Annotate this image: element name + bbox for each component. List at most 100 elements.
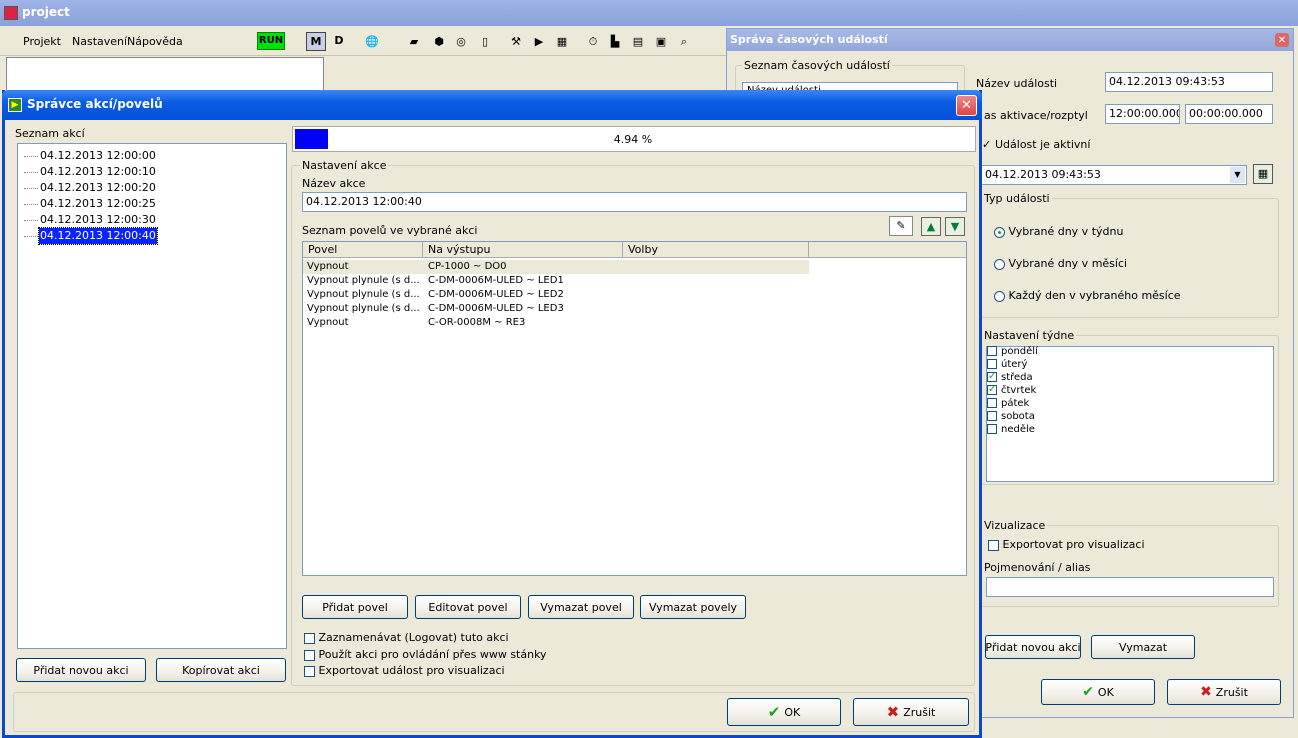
event-ok-button[interactable]: ✔ OK [1041, 679, 1155, 705]
event-delete-button[interactable]: Vymazat [1091, 635, 1195, 659]
event-time-input[interactable]: 12:00:00.000 [1105, 104, 1180, 124]
eraser-icon[interactable]: ▰ [405, 33, 423, 50]
edit-command-button[interactable]: Editovat povel [415, 595, 521, 619]
checkbox-icon [987, 370, 997, 383]
alias-input[interactable] [986, 577, 1274, 597]
cancel-label: Zrušit [903, 705, 936, 719]
output-cell: C-OR-0008M ~ RE3 [428, 317, 526, 328]
day-checkbox[interactable]: neděle [987, 423, 1035, 436]
add-command-button[interactable]: Přidat povel [302, 595, 408, 619]
events-close-button[interactable]: ✕ [1275, 33, 1289, 47]
checkbox-icon [987, 398, 997, 408]
edit-command-label: Editovat povel [428, 600, 508, 614]
tree-item-label: 04.12.2013 12:00:40 [38, 227, 158, 245]
radio-icon [994, 290, 1005, 302]
delete-commands-button[interactable]: Vymazat povely [640, 595, 746, 619]
zoom-icon[interactable]: ⌕ [675, 33, 693, 50]
event-name-label: Název události [976, 77, 1058, 90]
export-action-checkbox[interactable]: Exportovat událost pro visualizaci [304, 664, 505, 677]
tree-item[interactable]: 04.12.2013 12:00:25 [18, 196, 218, 212]
www-action-checkbox[interactable]: Použít akci pro ovládání přes www stánky [304, 648, 547, 661]
actions-list-label: Seznam akcí [15, 127, 85, 140]
document-icon[interactable]: ▤ [629, 33, 647, 50]
table-row[interactable]: Vypnout plynule (s d... C-DM-0006M-ULED ~… [303, 302, 809, 316]
day-checkbox[interactable]: pátek [987, 397, 1029, 410]
column-povel[interactable]: Povel [303, 242, 423, 258]
checkbox-icon [987, 346, 997, 356]
tools-icon[interactable]: ⚒ [507, 33, 525, 50]
table-row[interactable]: Vypnout CP-1000 ~ DO0 [303, 260, 809, 274]
add-action-label: Přidat novou akci [33, 663, 129, 677]
event-spread-input[interactable]: 00:00:00.000 [1185, 104, 1273, 124]
mode-m-button[interactable]: M [306, 32, 326, 51]
day-checkbox[interactable]: čtvrtek [987, 383, 1036, 397]
table-row[interactable]: Vypnout plynule (s d... C-DM-0006M-ULED ~… [303, 288, 809, 302]
table-row[interactable]: Vypnout plynule (s d... C-DM-0006M-ULED ~… [303, 274, 809, 288]
menu-projekt[interactable]: Projekt [23, 35, 61, 48]
command-edit-icon[interactable]: ✎ [889, 216, 913, 236]
menu-nastaveni[interactable]: Nastavení [72, 35, 127, 48]
calendar-button[interactable]: ▦ [1253, 164, 1273, 184]
day-checkbox[interactable]: pondělí [987, 345, 1038, 358]
mode-d-button[interactable]: D [330, 32, 348, 51]
command-cell: Vypnout plynule (s d... [307, 289, 420, 300]
type-option-each-day[interactable]: Každý den v vybraného měsíce [994, 289, 1181, 302]
action-icon[interactable]: ▶ [530, 33, 548, 50]
tree-item[interactable]: 04.12.2013 12:00:10 [18, 164, 218, 180]
run-indicator[interactable]: RUN [257, 32, 285, 50]
progress-text: 4.94 % [613, 133, 653, 146]
tree-item[interactable]: 04.12.2013 12:00:40 [18, 227, 218, 245]
grid-icon[interactable]: ▦ [553, 33, 571, 50]
add-action-button[interactable]: Přidat novou akci [16, 658, 146, 682]
delete-command-button[interactable]: Vymazat povel [528, 595, 634, 619]
target-icon[interactable]: ◎ [452, 33, 470, 50]
column-na-vystupu[interactable]: Na výstupu [423, 242, 623, 258]
actions-tree[interactable]: 04.12.2013 12:00:00 04.12.2013 12:00:10 04… [17, 143, 287, 649]
column-volby[interactable]: Volby [623, 242, 809, 258]
device-icon[interactable]: ▯ [476, 33, 494, 50]
log-action-checkbox[interactable]: Zaznamenávat (Logovat) tuto akci [304, 631, 509, 644]
cancel-button[interactable]: ✖ Zrušit [853, 698, 969, 726]
day-label: pondělí [1001, 346, 1038, 357]
tree-item[interactable]: 04.12.2013 12:00:20 [18, 180, 218, 196]
progress-bar: 4.94 % [292, 126, 976, 152]
type-option-month[interactable]: Vybrané dny v měsíci [994, 257, 1127, 270]
event-date-value: 04.12.2013 09:43:53 [985, 168, 1101, 181]
event-active-checkbox[interactable]: ✓ [982, 138, 991, 151]
type-option-week[interactable]: Vybrané dny v týdnu [994, 225, 1123, 238]
day-label: středa [1001, 372, 1033, 383]
event-cancel-button[interactable]: ✖ Zrušit [1167, 679, 1281, 705]
event-name-input[interactable]: 04.12.2013 09:43:53 [1105, 72, 1273, 92]
tree-line [24, 236, 38, 237]
tree-item[interactable]: 04.12.2013 12:00:00 [18, 148, 218, 164]
day-checkbox[interactable]: sobota [987, 410, 1035, 423]
chart-icon[interactable]: ▙ [606, 33, 624, 50]
action-name-input[interactable]: 04.12.2013 12:00:40 [302, 192, 967, 212]
week-settings-legend: Nastavení týdne [982, 329, 1077, 342]
commands-table[interactable]: Povel Na výstupu Volby Vypnout CP-1000 ~ … [302, 241, 967, 576]
tree-line [24, 172, 38, 173]
main-title: project [22, 5, 70, 19]
globe-icon[interactable]: 🌐 [363, 33, 381, 50]
monitor-icon[interactable]: ▣ [652, 33, 670, 50]
table-row[interactable]: Vypnout C-OR-0008M ~ RE3 [303, 316, 809, 330]
copy-action-button[interactable]: Kopírovat akci [156, 658, 286, 682]
export-vis-checkbox[interactable]: Exportovat pro visualizaci [988, 538, 1145, 551]
tree-line [24, 188, 38, 189]
action-manager-icon: ▶ [8, 98, 22, 112]
type-option-week-label: Vybrané dny v týdnu [1008, 225, 1124, 238]
event-type-legend: Typ události [982, 192, 1052, 205]
action-settings-legend: Nastavení akce [300, 159, 389, 172]
visualization-group: Vizualizace Exportovat pro visualizaci P… [981, 519, 1279, 607]
tree-item[interactable]: 04.12.2013 12:00:30 [18, 212, 218, 228]
move-down-button[interactable]: ▼ [945, 217, 965, 236]
module-icon[interactable]: ⬢ [430, 33, 448, 50]
move-up-button[interactable]: ▲ [921, 217, 941, 236]
ok-button[interactable]: ✔ OK [727, 698, 841, 726]
event-date-select[interactable]: 04.12.2013 09:43:53 ▼ [981, 165, 1247, 185]
actions-close-button[interactable]: ✕ [956, 95, 977, 116]
menu-napoveda[interactable]: Nápověda [127, 35, 183, 48]
event-add-action-button[interactable]: Přidat novou akci [985, 635, 1081, 659]
checkbox-icon [987, 359, 997, 369]
timer-icon[interactable]: ⏱ [584, 33, 602, 50]
